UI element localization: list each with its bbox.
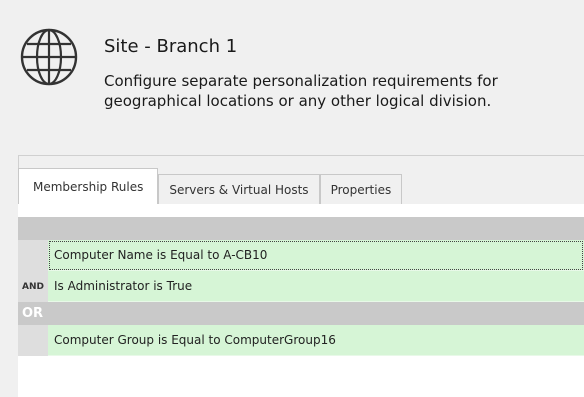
site-description-line2: geographical locations or any other logi… bbox=[104, 92, 492, 110]
site-description: Configure separate personalization requi… bbox=[104, 71, 584, 111]
site-description-line1: Configure separate personalization requi… bbox=[104, 72, 498, 90]
rule-text[interactable]: Computer Group is Equal to ComputerGroup… bbox=[48, 325, 584, 356]
rules-top-spacer bbox=[18, 204, 584, 217]
rule-text[interactable]: Computer Name is Equal to A-CB10 bbox=[48, 240, 584, 271]
tab-strip: Membership Rules Servers & Virtual Hosts… bbox=[18, 168, 403, 204]
rule-row[interactable]: AND Is Administrator is True bbox=[18, 271, 584, 302]
rule-text[interactable]: Is Administrator is True bbox=[48, 271, 584, 302]
rule-operator: AND bbox=[18, 271, 48, 302]
or-label: OR bbox=[22, 306, 44, 321]
rule-row[interactable]: Computer Name is Equal to A-CB10 bbox=[18, 240, 584, 271]
site-header: Site - Branch 1 Configure separate perso… bbox=[0, 0, 584, 150]
tab-membership-rules[interactable]: Membership Rules bbox=[18, 168, 159, 204]
rules-list: Computer Name is Equal to A-CB10 AND Is … bbox=[18, 204, 584, 356]
tab-servers-virtual-hosts[interactable]: Servers & Virtual Hosts bbox=[158, 174, 320, 204]
site-title: Site - Branch 1 bbox=[104, 36, 238, 57]
rule-operator bbox=[18, 240, 48, 271]
tab-properties[interactable]: Properties bbox=[319, 174, 403, 204]
rule-operator bbox=[18, 325, 48, 356]
group-header-or[interactable]: OR bbox=[18, 302, 584, 325]
globe-icon bbox=[20, 28, 78, 86]
rule-row[interactable]: Computer Group is Equal to ComputerGroup… bbox=[18, 325, 584, 356]
group-header-1[interactable] bbox=[18, 217, 584, 240]
